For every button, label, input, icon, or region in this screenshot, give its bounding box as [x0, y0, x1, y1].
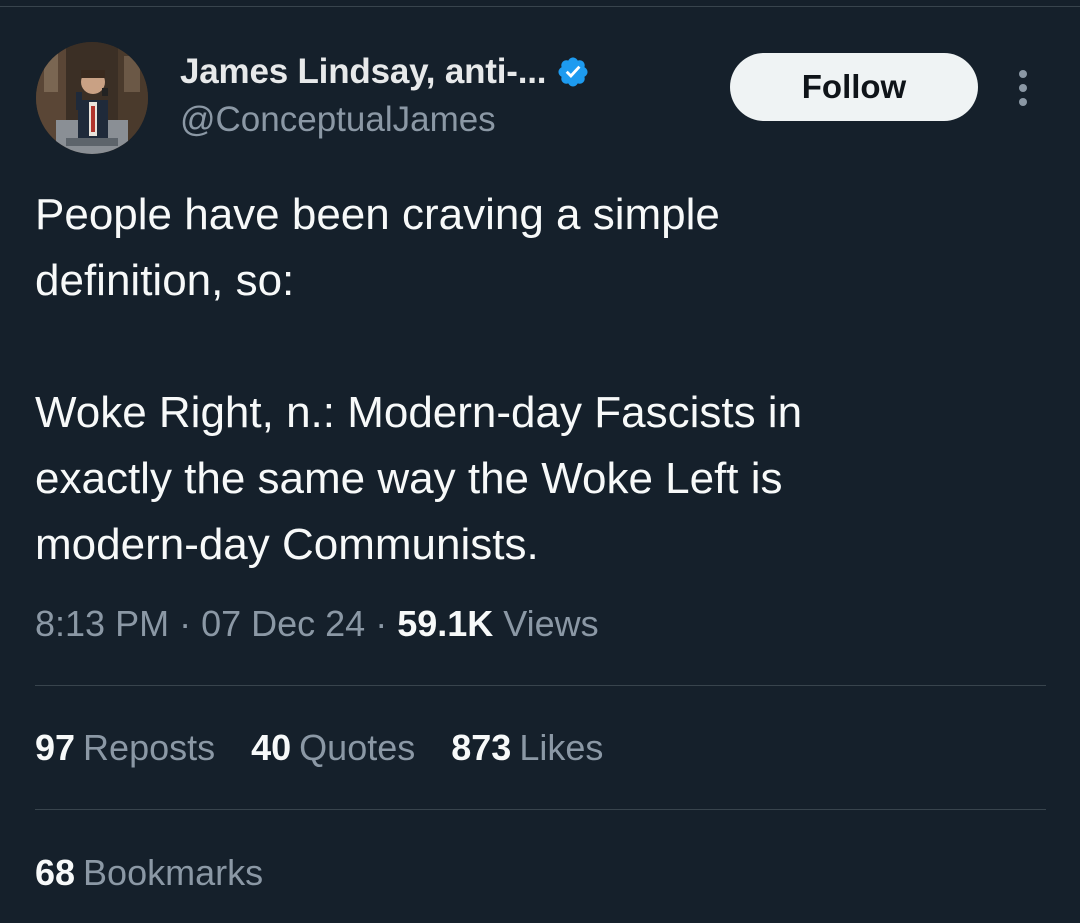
quotes-label: Quotes: [299, 727, 416, 768]
tweet-meta: 8:13 PM · 07 Dec 24 · 59.1K Views: [35, 603, 599, 645]
reposts-stat[interactable]: 97 Reposts: [35, 727, 215, 769]
tweet-detail: James Lindsay, anti-... @ConceptualJames…: [0, 0, 1080, 923]
quotes-count: 40: [251, 727, 292, 768]
meta-separator: ·: [179, 603, 202, 644]
tweet-date[interactable]: 07 Dec 24: [201, 603, 365, 644]
views-count: 59.1K: [397, 603, 504, 644]
avatar-photo: [36, 42, 148, 154]
likes-label: Likes: [519, 727, 604, 768]
more-vertical-icon[interactable]: [1010, 68, 1036, 108]
quotes-stat[interactable]: 40 Quotes: [251, 727, 415, 769]
bookmarks-count: 68: [35, 852, 76, 893]
likes-count: 873: [451, 727, 512, 768]
bookmarks-label: Bookmarks: [83, 852, 264, 893]
divider: [35, 809, 1046, 810]
bookmarks-stat[interactable]: 68 Bookmarks: [35, 852, 263, 894]
follow-button[interactable]: Follow: [730, 53, 978, 121]
divider: [35, 685, 1046, 686]
author-name-row[interactable]: James Lindsay, anti-...: [180, 52, 590, 92]
author-handle[interactable]: @ConceptualJames: [180, 100, 496, 140]
tweet-text: People have been craving a simple defini…: [35, 190, 803, 569]
reposts-count: 97: [35, 727, 76, 768]
reposts-label: Reposts: [83, 727, 216, 768]
views-label: Views: [503, 603, 599, 644]
avatar[interactable]: [36, 42, 148, 154]
tweet-time[interactable]: 8:13 PM: [35, 603, 169, 644]
engagement-stats: 97 Reposts 40 Quotes 873 Likes: [35, 727, 639, 769]
meta-separator: ·: [375, 603, 398, 644]
author-display-name[interactable]: James Lindsay, anti-...: [180, 52, 546, 92]
likes-stat[interactable]: 873 Likes: [451, 727, 603, 769]
verified-badge-icon: [556, 55, 590, 89]
